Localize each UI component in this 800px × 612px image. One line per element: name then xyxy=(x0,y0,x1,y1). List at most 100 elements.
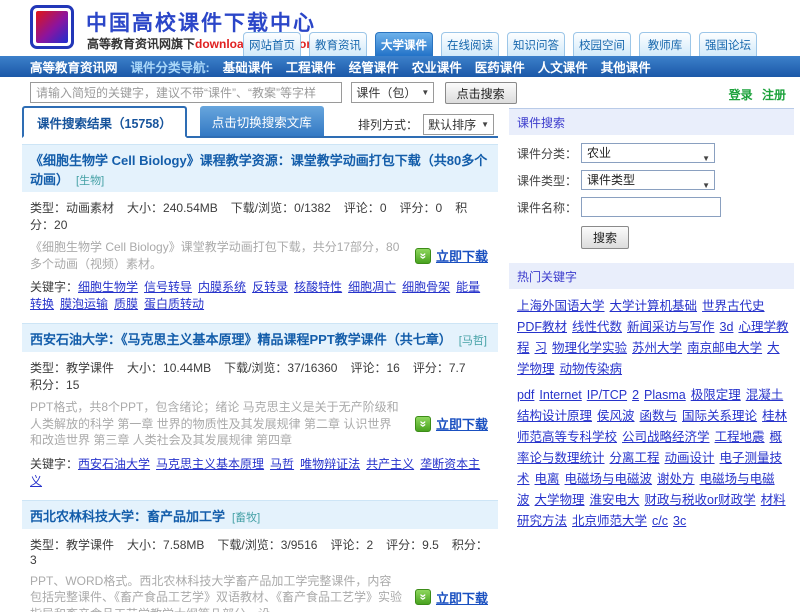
hot-keyword-0-4[interactable]: 线性代数 xyxy=(572,320,622,334)
hot-keyword-1-27[interactable]: 3c xyxy=(673,514,686,528)
keyword-link-1[interactable]: 信号转导 xyxy=(144,280,192,294)
hot-keyword-1-7[interactable]: 侯风波 xyxy=(597,409,635,423)
tab-courseware-results[interactable]: 课件搜索结果（15758） xyxy=(22,106,187,138)
meta-label: 类型： xyxy=(30,201,66,215)
chevron-down-icon: ▼ xyxy=(702,150,710,168)
hot-keyword-1-21[interactable]: 大学物理 xyxy=(535,493,585,507)
main-column: 课件搜索结果（15758） 点击切换搜索文库 排列方式： 默认排序▼ 《细胞生物… xyxy=(22,108,498,612)
meta-value: 0 xyxy=(380,201,387,215)
hot-keyword-1-22[interactable]: 淮安电大 xyxy=(590,493,640,507)
hot-keyword-1-2[interactable]: IP/TCP xyxy=(587,388,627,402)
keyword-link-0[interactable]: 细胞生物学 xyxy=(78,280,138,294)
search-submit-button[interactable]: 点击搜索 xyxy=(445,82,517,104)
type-value: 课件类型 xyxy=(587,173,635,187)
hot-keyword-0-6[interactable]: 3d xyxy=(720,320,734,334)
header-tab-online-reading[interactable]: 在线阅读 xyxy=(441,32,499,56)
search-type-select[interactable]: 课件（包）▼ xyxy=(351,82,434,103)
nav-item-2[interactable]: 经管课件 xyxy=(349,57,399,76)
keyword-link-2[interactable]: 马哲 xyxy=(270,457,294,471)
header-tab-campus-space[interactable]: 校园空间 xyxy=(573,32,631,56)
result-title-link[interactable]: 西安石油大学：《马克思主义基本原理》精品课程PPT教学课件（共七章） xyxy=(30,332,452,347)
category-select[interactable]: 农业▼ xyxy=(581,143,715,163)
meta-dl: 下载/浏览：37/16360 xyxy=(224,361,337,375)
hot-keyword-0-0[interactable]: 上海外国语大学 xyxy=(517,299,605,313)
hot-keyword-1-19[interactable]: 谢处方 xyxy=(657,472,695,486)
hot-keyword-1-5[interactable]: 极限定理 xyxy=(691,388,741,402)
hot-keyword-0-2[interactable]: 世界古代史 xyxy=(702,299,765,313)
hot-keyword-1-0[interactable]: pdf xyxy=(517,388,534,402)
keyword-link-3[interactable]: 反转录 xyxy=(252,280,288,294)
nav-item-4[interactable]: 医药课件 xyxy=(475,57,525,76)
keyword-link-5[interactable]: 细胞凋亡 xyxy=(348,280,396,294)
header-tab-edu-news[interactable]: 教育资讯 xyxy=(309,32,367,56)
keyword-link-9[interactable]: 质膜 xyxy=(114,297,138,311)
hot-keyword-1-8[interactable]: 函数与 xyxy=(640,409,678,423)
hot-keyword-1-11[interactable]: 公司战略经济学 xyxy=(622,430,710,444)
meta-value: 20 xyxy=(54,218,67,232)
register-link[interactable]: 注册 xyxy=(762,88,786,102)
meta-value: 3/9516 xyxy=(281,538,318,552)
hot-keyword-0-9[interactable]: 物理化学实验 xyxy=(552,341,627,355)
nav-item-1[interactable]: 工程课件 xyxy=(286,57,336,76)
hot-keyword-1-26[interactable]: c/c xyxy=(652,514,668,528)
hot-keyword-1-4[interactable]: Plasma xyxy=(644,388,686,402)
hot-keyword-1-23[interactable]: 财政与税收or财政学 xyxy=(645,493,756,507)
nav-site-label[interactable]: 高等教育资讯网 xyxy=(30,57,118,76)
keyword-link-4[interactable]: 共产主义 xyxy=(366,457,414,471)
nav-item-3[interactable]: 农业课件 xyxy=(412,57,462,76)
hot-keyword-1-14[interactable]: 分离工程 xyxy=(610,451,660,465)
download-button[interactable]: »立即下载 xyxy=(415,588,488,607)
login-link[interactable]: 登录 xyxy=(729,88,753,102)
hot-keyword-0-11[interactable]: 南京邮电大学 xyxy=(687,341,762,355)
form-row-name: 课件名称： xyxy=(517,197,794,217)
nav-item-0[interactable]: 基础课件 xyxy=(223,57,273,76)
subtitle-prefix: 高等教育资讯网旗下 xyxy=(87,37,195,51)
meta-rating: 评分：9.5 xyxy=(386,538,439,552)
nav-item-5[interactable]: 人文课件 xyxy=(538,57,588,76)
sort-select[interactable]: 默认排序▼ xyxy=(423,114,494,135)
hot-keyword-0-3[interactable]: PDF教材 xyxy=(517,320,567,334)
name-input[interactable] xyxy=(581,197,721,217)
header-tab-teacher-library[interactable]: 教师库 xyxy=(639,32,691,56)
keyword-link-1[interactable]: 马克思主义基本原理 xyxy=(156,457,264,471)
hot-keyword-0-10[interactable]: 苏州大学 xyxy=(632,341,682,355)
keyword-link-0[interactable]: 西安石油大学 xyxy=(78,457,150,471)
download-icon: » xyxy=(415,416,431,432)
keyword-link-6[interactable]: 细胞骨架 xyxy=(402,280,450,294)
meta-value: 7.7 xyxy=(449,361,466,375)
header-tab-home[interactable]: 网站首页 xyxy=(243,32,301,56)
hot-keyword-1-1[interactable]: Internet xyxy=(539,388,581,402)
keyword-link-3[interactable]: 唯物辩证法 xyxy=(300,457,360,471)
hot-keyword-1-9[interactable]: 国际关系理论 xyxy=(682,409,757,423)
keyword-link-8[interactable]: 膜泡运输 xyxy=(60,297,108,311)
meta-value: 2 xyxy=(366,538,373,552)
hot-keyword-1-25[interactable]: 北京师范大学 xyxy=(572,514,647,528)
keyword-link-10[interactable]: 蛋白质转动 xyxy=(144,297,204,311)
hot-keyword-1-12[interactable]: 工程地震 xyxy=(715,430,765,444)
hot-keyword-1-18[interactable]: 电磁场与电磁波 xyxy=(565,472,653,486)
download-button[interactable]: »立即下载 xyxy=(415,246,488,265)
hot-keyword-0-1[interactable]: 大学计算机基础 xyxy=(610,299,698,313)
header-tab-knowledge-qa[interactable]: 知识问答 xyxy=(507,32,565,56)
field-label-name: 课件名称： xyxy=(517,199,581,216)
keyword-link-2[interactable]: 内膜系统 xyxy=(198,280,246,294)
hot-keyword-1-15[interactable]: 动画设计 xyxy=(665,451,715,465)
hot-keyword-1-3[interactable]: 2 xyxy=(632,388,639,402)
tab-switch-library[interactable]: 点击切换搜索文库 xyxy=(200,106,324,136)
meta-comments: 评论：16 xyxy=(350,361,399,375)
hot-keyword-0-13[interactable]: 动物传染病 xyxy=(560,362,623,376)
hot-keyword-1-17[interactable]: 电离 xyxy=(535,472,560,486)
hot-keyword-0-8[interactable]: 习 xyxy=(535,341,548,355)
nav-item-6[interactable]: 其他课件 xyxy=(601,57,651,76)
header-tab-qiangguo-forum[interactable]: 强国论坛 xyxy=(699,32,757,56)
keyword-link-4[interactable]: 核酸特性 xyxy=(294,280,342,294)
meta-label: 评论： xyxy=(330,538,366,552)
type-select[interactable]: 课件类型▼ xyxy=(581,170,715,190)
sidebar-search-button[interactable]: 搜索 xyxy=(581,226,629,249)
header-tab-university-courseware[interactable]: 大学课件 xyxy=(375,32,433,56)
download-button[interactable]: »立即下载 xyxy=(415,414,488,433)
result-title-link[interactable]: 西北农林科技大学：畜产品加工学 xyxy=(30,509,225,524)
keyword-search-input[interactable] xyxy=(30,82,342,103)
meta-value: 0 xyxy=(436,201,443,215)
hot-keyword-0-5[interactable]: 新闻采访与写作 xyxy=(627,320,715,334)
